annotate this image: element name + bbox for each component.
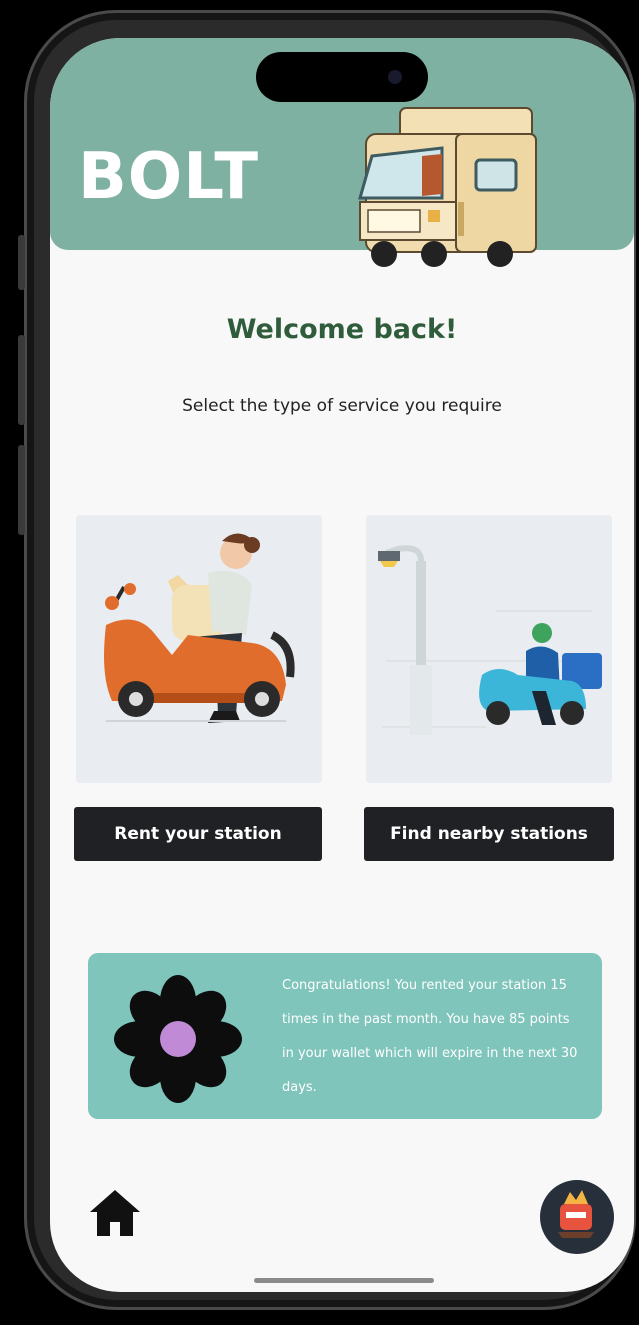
app-screen: BOLT Welcome back! Select the type of se… <box>50 38 634 1292</box>
service-prompt: Select the type of service you require <box>182 396 502 416</box>
header-banner: BOLT <box>50 38 634 267</box>
rent-station-image[interactable] <box>76 515 322 783</box>
action-button <box>18 235 25 290</box>
find-stations-image[interactable] <box>366 515 612 783</box>
avatar-illustration <box>558 1190 594 1238</box>
find-stations-button[interactable]: Find nearby stations <box>364 807 614 861</box>
home-indicator[interactable] <box>254 1278 434 1283</box>
flower-icon <box>114 975 242 1103</box>
rewards-message: Congratulations! You rented your station… <box>282 978 578 1095</box>
avatar[interactable] <box>540 1180 614 1254</box>
delivery-scooter-streetlamp-illustration <box>378 545 602 735</box>
welcome-heading: Welcome back! <box>226 314 458 345</box>
person-on-scooter-illustration <box>104 533 295 723</box>
rent-station-button[interactable]: Rent your station <box>74 807 322 861</box>
camera-dot <box>388 70 402 84</box>
camper-van-illustration <box>358 107 537 267</box>
rewards-card: Congratulations! You rented your station… <box>88 953 602 1119</box>
dynamic-island <box>256 52 428 102</box>
home-icon[interactable] <box>88 1186 142 1240</box>
brand-logo: BOLT <box>78 140 260 214</box>
volume-down-button <box>18 445 25 535</box>
volume-up-button <box>18 335 25 425</box>
